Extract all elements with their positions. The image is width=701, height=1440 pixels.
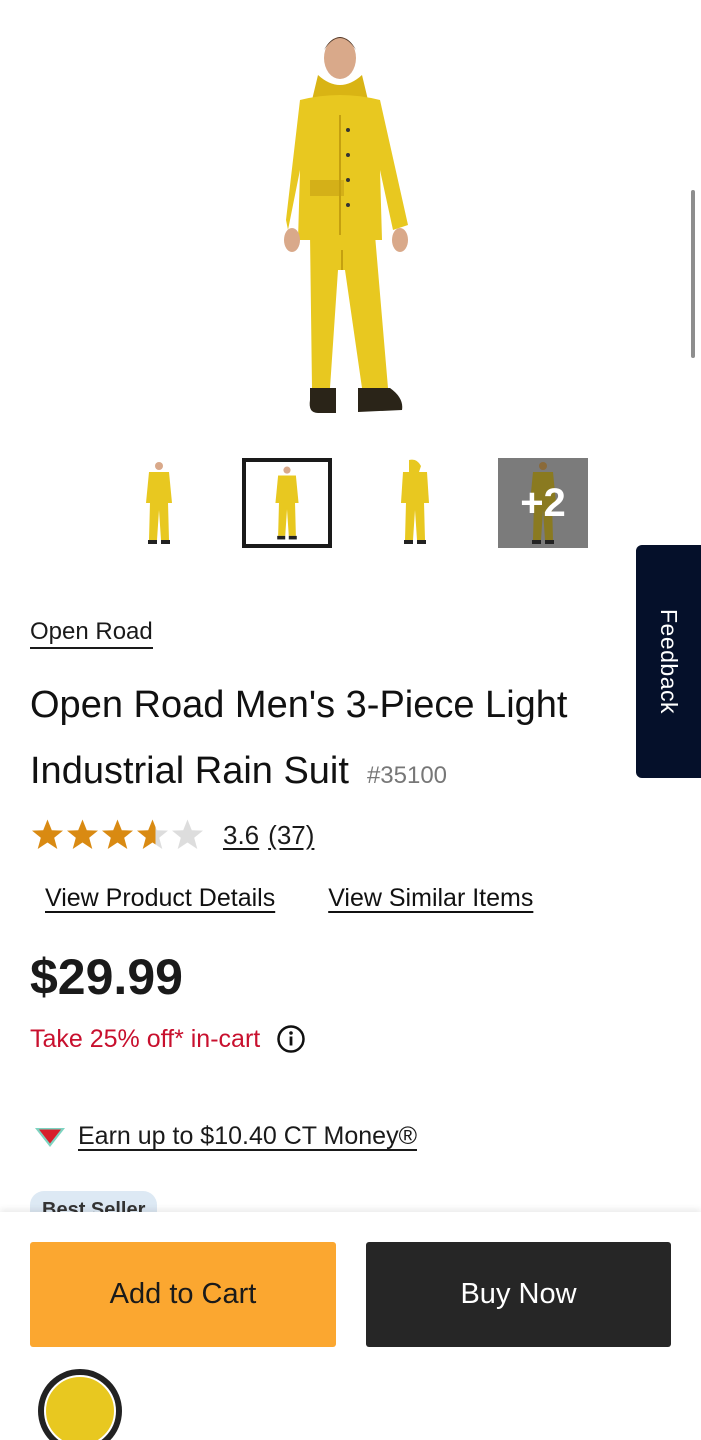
product-title-text: Open Road Men's 3-Piece Light Industrial… (30, 684, 568, 792)
feedback-tab[interactable]: Feedback (636, 545, 701, 778)
buy-now-button[interactable]: Buy Now (366, 1242, 671, 1347)
page-scrollbar[interactable] (691, 190, 695, 358)
ct-money-link[interactable]: Earn up to $10.40 CT Money® (78, 1122, 417, 1151)
product-sku: #35100 (366, 762, 448, 789)
product-price: $29.99 (30, 949, 183, 1005)
star-icon (67, 819, 98, 849)
thumbnail-strip: +2 (114, 458, 588, 548)
star-icon (137, 819, 168, 849)
product-page: +2 Feedback Open Road Open Road Men's 3-… (0, 0, 701, 1440)
brand-link[interactable]: Open Road (30, 618, 153, 649)
color-swatch-fill (44, 1375, 116, 1440)
suit-hooded-thumbnail-icon (275, 466, 299, 540)
rain-suit-figure (284, 37, 408, 413)
promo-text: Take 25% off* in-cart (30, 1024, 261, 1053)
rating-count[interactable]: (37) (268, 820, 314, 851)
star-icon (32, 819, 63, 849)
thumbnail-1[interactable] (114, 458, 204, 548)
thumbnail-more[interactable]: +2 (498, 458, 588, 548)
add-to-cart-button[interactable]: Add to Cart (30, 1242, 336, 1347)
rating-stars (30, 818, 205, 853)
thumbnail-2[interactable] (242, 458, 332, 548)
suit-side-thumbnail-icon (401, 459, 429, 544)
view-similar-items-link[interactable]: View Similar Items (328, 884, 533, 913)
star-icon (172, 819, 203, 849)
feedback-label: Feedback (656, 608, 682, 714)
more-images-count: +2 (520, 480, 566, 525)
star-icon (102, 819, 133, 849)
suit-front-thumbnail-icon (146, 462, 172, 544)
info-icon[interactable] (276, 1024, 306, 1054)
color-swatch-yellow[interactable] (38, 1369, 122, 1440)
ct-money-row[interactable]: Earn up to $10.40 CT Money® (34, 1122, 417, 1151)
product-title: Open Road Men's 3-Piece Light Industrial… (30, 672, 630, 809)
canadian-tire-triangle-icon (35, 1127, 65, 1147)
rating-value[interactable]: 3.6 (223, 820, 259, 851)
view-product-details-link[interactable]: View Product Details (45, 884, 275, 913)
product-links: View Product Details View Similar Items (45, 884, 533, 913)
rating-row[interactable]: 3.6 (37) (30, 818, 314, 853)
sticky-action-bar: Add to Cart Buy Now (0, 1212, 701, 1440)
product-hero-image[interactable] (0, 0, 701, 430)
promo-row: Take 25% off* in-cart (30, 1024, 306, 1054)
thumbnail-3[interactable] (370, 458, 460, 548)
